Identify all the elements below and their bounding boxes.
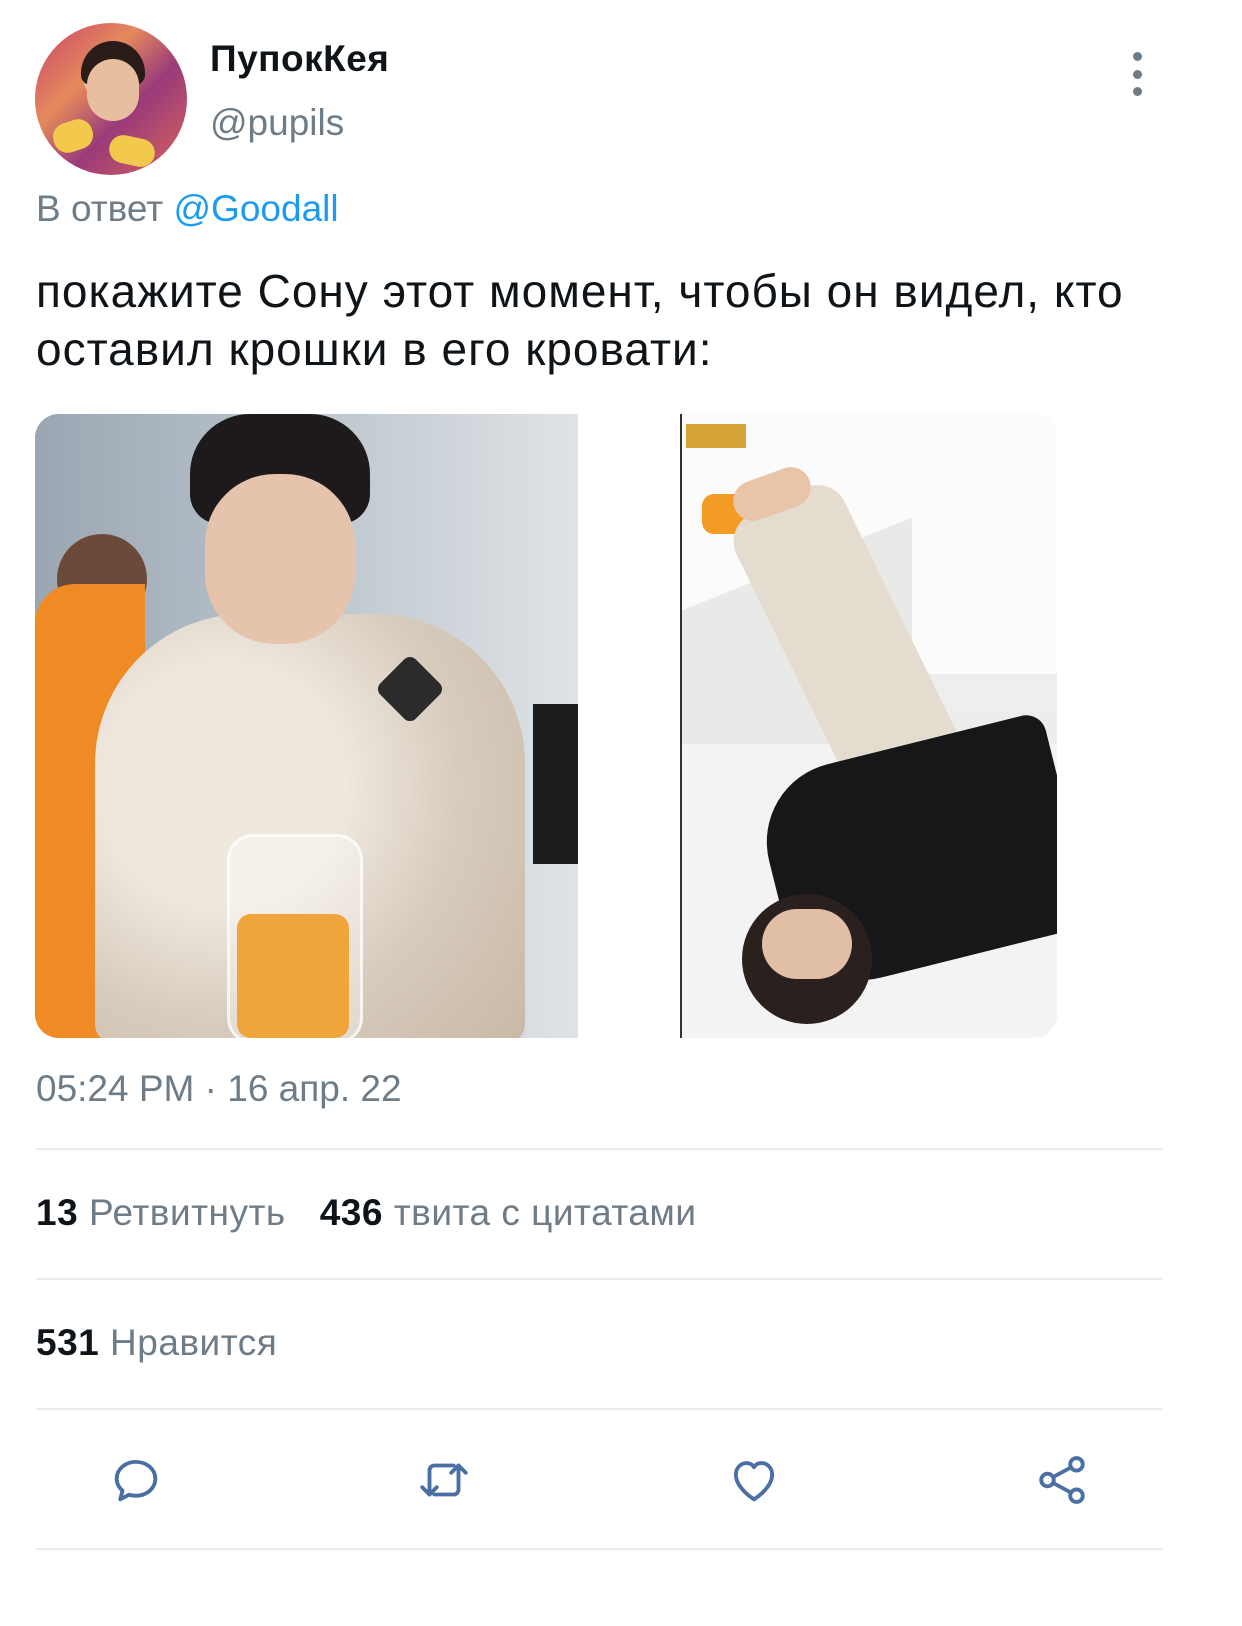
action-bar [0,1448,1242,1512]
heart-icon [733,1461,775,1502]
avatar-face [87,59,139,121]
image-figure [762,909,852,979]
quotes-stat[interactable]: 436 твита с цитатами [320,1192,697,1233]
reply-button[interactable] [104,1448,168,1512]
author-name[interactable]: ПупокКея [210,38,389,80]
avatar-hand [49,115,97,157]
retweet-button[interactable] [412,1448,476,1512]
divider [36,1408,1163,1410]
share-icon [1039,1456,1085,1504]
tweet-timestamp: 05:24 PM · 16 апр. 22 [36,1068,402,1109]
author-handle[interactable]: @pupils [210,102,344,144]
likes-label: Нравится [110,1322,278,1363]
divider [36,1548,1163,1550]
likes-count: 531 [36,1322,100,1363]
quotes-label: твита с цитатами [393,1192,697,1233]
image-figure [205,474,355,644]
reply-icon [114,1459,158,1502]
avatar[interactable] [35,23,187,175]
divider [36,1278,1163,1280]
avatar-hand [106,132,158,170]
retweets-label: Ретвитнуть [88,1192,286,1233]
image-detail [237,914,349,1038]
image-detail [533,704,578,864]
retweets-count: 13 [36,1192,79,1233]
more-dot [1132,52,1142,61]
more-vertical-icon[interactable] [1122,52,1152,96]
image-detail [686,424,746,448]
like-button[interactable] [722,1448,786,1512]
reply-mention-link[interactable]: @Goodall [174,188,339,229]
more-dot [1132,87,1142,96]
quotes-count: 436 [319,1192,383,1233]
reply-context: В ответ @Goodall [36,188,339,230]
tweet-image-2[interactable] [680,414,1057,1038]
share-button[interactable] [1030,1448,1094,1512]
more-dot [1132,69,1142,79]
likes-stat[interactable]: 531 Нравится [36,1322,277,1364]
divider [36,1148,1163,1150]
retweet-icon [420,1463,468,1497]
reply-prefix: В ответ [36,188,164,229]
tweet-text: покажите Сону этот момент, чтобы он виде… [36,265,1124,375]
tweet-image-1[interactable] [35,414,578,1038]
stats-row: 13 Ретвитнуть 436 твита с цитатами [36,1192,697,1234]
retweets-stat[interactable]: 13 Ретвитнуть [36,1192,286,1233]
